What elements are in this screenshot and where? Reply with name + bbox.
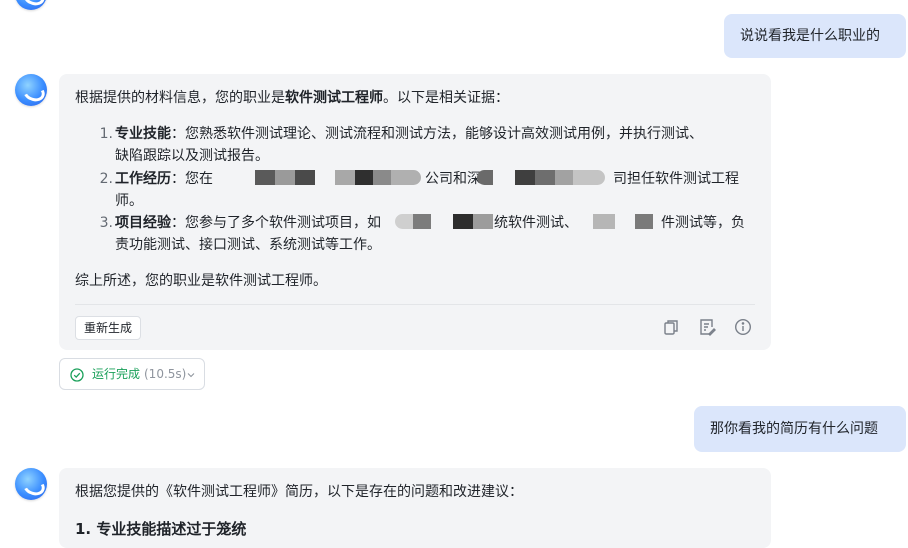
run-status-label: 运行完成 [92, 367, 141, 381]
message-divider [75, 304, 755, 305]
list-item-3-line-1-end: 件测试等，负 [661, 215, 745, 231]
user-message-2: 那你看我的简历有什么问题 [694, 406, 906, 452]
user-message-1-text: 说说看我是什么职业的 [740, 28, 880, 44]
user-message-2-text: 那你看我的简历有什么问题 [710, 421, 878, 437]
list-number-2: 2. [99, 171, 113, 187]
list-number-1: 1. [99, 126, 113, 142]
list-item-3-line-1: 项目经验：您参与了多个软件测试项目，如 [115, 215, 381, 231]
list-item-2-line-1-mid: 公司和深 [425, 171, 481, 187]
assistant-avatar-top [15, 0, 47, 10]
list-item-2-line-1-end: 司担任软件测试工程 [613, 171, 739, 187]
list-item-1-line-1: 专业技能：您熟悉软件测试理论、测试流程和测试方法，能够设计高效测试用例，并执行测… [115, 126, 703, 142]
list-item-2-line-1: 工作经历：您在 [115, 171, 213, 187]
list-item-1-line-2: 缺陷跟踪以及测试报告。 [115, 148, 269, 164]
answer-intro: 根据提供的材料信息，您的职业是软件测试工程师。以下是相关证据： [75, 90, 509, 106]
answer-conclusion: 综上所述，您的职业是软件测试工程师。 [75, 273, 327, 289]
answer-2-heading: 1. 专业技能描述过于笼统 [75, 520, 247, 538]
run-status-time: (10.5s) [144, 367, 187, 381]
chevron-down-icon [187, 373, 195, 378]
user-message-1: 说说看我是什么职业的 [724, 14, 906, 58]
assistant-message-2: 根据您提供的《软件测试工程师》简历，以下是存在的问题和改进建议： 1. 专业技能… [59, 468, 771, 548]
list-number-3: 3. [99, 215, 113, 231]
run-status-pill[interactable]: 运行完成 (10.5s) [59, 358, 205, 390]
list-item-3-line-1-mid: 统软件测试、 [494, 215, 578, 231]
edit-note-icon[interactable] [698, 318, 716, 336]
regenerate-button[interactable]: 重新生成 [75, 316, 142, 340]
info-icon[interactable] [734, 318, 752, 336]
list-item-2-line-2: 师。 [115, 193, 143, 209]
copy-icon[interactable] [662, 318, 680, 336]
assistant-message-1: 根据提供的材料信息，您的职业是软件测试工程师。以下是相关证据： 1. 专业技能：… [59, 74, 771, 350]
check-circle-icon [70, 368, 84, 382]
assistant-avatar-2 [15, 468, 47, 500]
list-item-3-line-2: 责功能测试、接口测试、系统测试等工作。 [115, 237, 381, 253]
assistant-avatar [15, 74, 47, 106]
answer-2-intro: 根据您提供的《软件测试工程师》简历，以下是存在的问题和改进建议： [75, 484, 523, 500]
